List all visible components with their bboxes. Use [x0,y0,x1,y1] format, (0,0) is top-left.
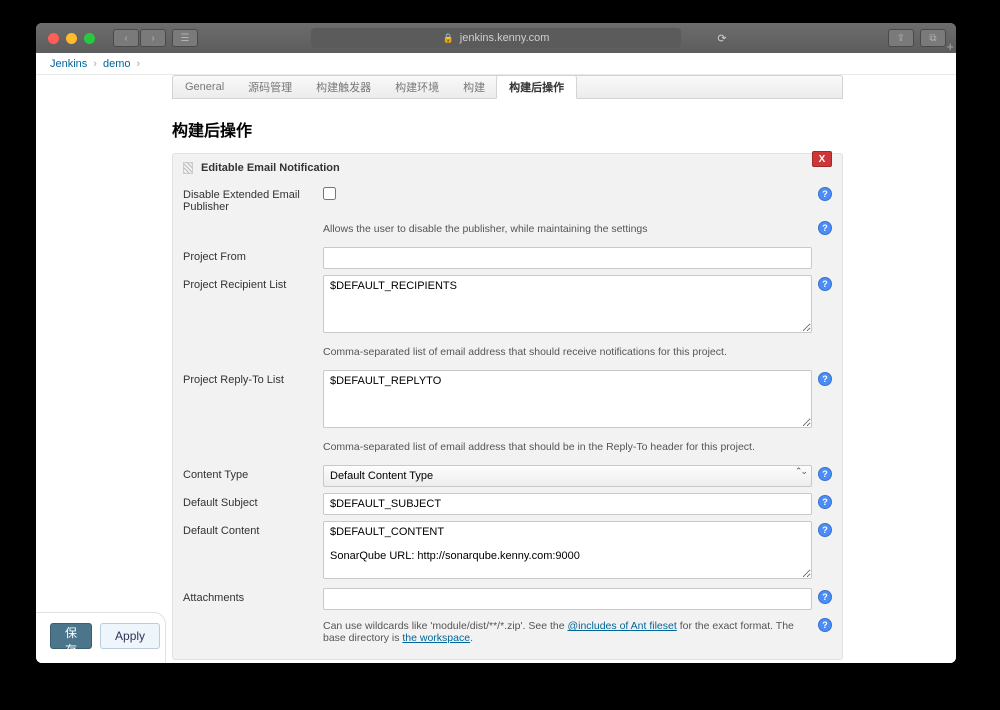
default-content-label: Default Content [183,521,323,537]
default-subject-label: Default Subject [183,493,323,509]
tab-build[interactable]: 构建 [451,76,497,98]
content-type-select[interactable]: Default Content Type [323,465,812,487]
help-icon[interactable]: ? [818,618,832,632]
breadcrumb-item[interactable]: demo [103,58,131,70]
nav-buttons: ‹ › [113,29,166,47]
sidebar-toggle-icon[interactable]: ☰ [172,29,198,47]
tab-general[interactable]: General [173,76,236,98]
config-tabs: General 源码管理 构建触发器 构建环境 构建 构建后操作 [172,75,843,99]
close-window-icon[interactable] [48,33,59,44]
help-icon[interactable]: ? [818,187,832,201]
replyto-hint: Comma-separated list of email address th… [323,437,812,459]
project-from-label: Project From [183,247,323,263]
help-icon[interactable]: ? [818,495,832,509]
apply-button[interactable]: Apply [100,623,160,649]
default-subject-input[interactable] [323,493,812,515]
help-icon[interactable]: ? [818,372,832,386]
help-icon[interactable]: ? [818,590,832,604]
footer-buttons: 保存 Apply [36,612,166,663]
url-text: jenkins.kenny.com [460,32,550,44]
tab-env[interactable]: 构建环境 [383,76,451,98]
tab-scm[interactable]: 源码管理 [236,76,304,98]
reload-button[interactable]: ⟳ [712,29,732,47]
recipient-list-textarea[interactable]: $DEFAULT_RECIPIENTS [323,275,812,333]
tab-triggers[interactable]: 构建触发器 [304,76,383,98]
new-tab-button[interactable]: + [946,39,954,54]
save-button[interactable]: 保存 [50,623,92,649]
page-scroll[interactable]: General 源码管理 构建触发器 构建环境 构建 构建后操作 构建后操作 E… [36,75,956,663]
titlebar: ‹ › ☰ 🔒 jenkins.kenny.com ⟳ ⇪ ⧉ + [36,23,956,53]
email-notification-block: Editable Email Notification X Disable Ex… [172,153,843,660]
help-icon[interactable]: ? [818,467,832,481]
tabs-button[interactable]: ⧉ [920,29,946,47]
replyto-list-textarea[interactable]: $DEFAULT_REPLYTO [323,370,812,428]
block-title: Editable Email Notification [201,162,340,174]
minimize-window-icon[interactable] [66,33,77,44]
recipient-hint: Comma-separated list of email address th… [323,342,812,364]
disable-hint: Allows the user to disable the publisher… [323,219,812,241]
ant-fileset-link[interactable]: @includes of Ant fileset [567,620,676,632]
workspace-link[interactable]: the workspace [402,632,470,644]
help-icon[interactable]: ? [818,277,832,291]
drag-handle-icon[interactable] [183,162,193,174]
attachments-input[interactable] [323,588,812,610]
disable-publisher-label: Disable Extended Email Publisher [183,185,323,213]
chevron-right-icon: › [93,58,97,70]
maximize-window-icon[interactable] [84,33,95,44]
recipient-list-label: Project Recipient List [183,275,323,291]
traffic-lights [48,33,95,44]
lock-icon: 🔒 [443,33,454,44]
help-icon[interactable]: ? [818,221,832,235]
default-content-textarea[interactable]: $DEFAULT_CONTENT SonarQube URL: http://s… [323,521,812,579]
help-icon[interactable]: ? [818,523,832,537]
tab-postbuild[interactable]: 构建后操作 [496,75,577,99]
project-from-input[interactable] [323,247,812,269]
breadcrumb-item[interactable]: Jenkins [50,58,87,70]
address-bar[interactable]: 🔒 jenkins.kenny.com [311,28,681,48]
section-title: 构建后操作 [172,117,843,141]
delete-block-button[interactable]: X [812,151,832,167]
block-header: Editable Email Notification X [173,154,842,182]
chevron-right-icon: › [137,58,141,70]
share-button[interactable]: ⇪ [888,29,914,47]
content-type-label: Content Type [183,465,323,481]
back-button[interactable]: ‹ [113,29,139,47]
attachments-label: Attachments [183,588,323,604]
breadcrumb: Jenkins › demo › [36,53,956,75]
browser-window: ‹ › ☰ 🔒 jenkins.kenny.com ⟳ ⇪ ⧉ + Jenkin… [36,23,956,663]
forward-button[interactable]: › [140,29,166,47]
replyto-list-label: Project Reply-To List [183,370,323,386]
disable-publisher-checkbox[interactable] [323,187,336,200]
attachments-hint: Can use wildcards like 'module/dist/**/*… [323,616,812,650]
